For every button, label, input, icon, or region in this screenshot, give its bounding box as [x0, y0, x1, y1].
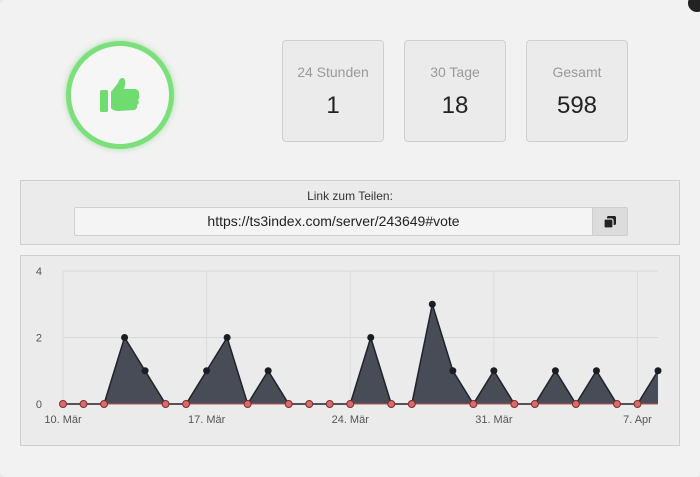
stat-label: 30 Tage [430, 64, 480, 80]
vote-thumb-button[interactable] [66, 41, 174, 149]
thumbs-up-icon [100, 77, 140, 112]
data-point-zero [469, 400, 478, 408]
stat-30d: 30 Tage 18 [404, 40, 506, 142]
votes-chart-svg: 0 2 4 10. Mär 17. Mär 24. Mär 31. Mär 7. Apr [36, 266, 662, 426]
data-point-zero [530, 400, 539, 408]
data-point [203, 367, 211, 375]
stat-value: 1 [326, 92, 340, 119]
data-point [121, 334, 129, 341]
data-point-zero [79, 400, 88, 408]
share-url-input[interactable]: https://ts3index.com/server/243649#vote [74, 207, 593, 236]
x-tick-label: 31. Mär [475, 414, 513, 426]
data-point-zero [346, 400, 355, 408]
vote-dialog: 24 Stunden 1 30 Tage 18 Gesamt 598 Link … [0, 0, 700, 477]
stat-24h: 24 Stunden 1 [282, 40, 384, 142]
data-point [490, 367, 498, 375]
data-point-zero [100, 400, 109, 408]
share-title: Link zum Teilen: [307, 189, 393, 203]
data-point-zero [633, 400, 642, 408]
stat-value: 18 [441, 92, 469, 119]
data-point [141, 367, 149, 375]
data-point [264, 367, 272, 375]
data-point-zero [161, 400, 170, 408]
data-point [654, 367, 662, 375]
copy-button[interactable] [592, 207, 628, 236]
stat-total: Gesamt 598 [526, 40, 628, 142]
area-fill [63, 304, 658, 404]
data-point [551, 367, 559, 375]
data-point [592, 367, 600, 375]
share-panel: Link zum Teilen: https://ts3index.com/se… [20, 180, 680, 245]
data-point-zero [243, 400, 252, 408]
x-tick-label: 17. Mär [188, 414, 226, 426]
stat-label: Gesamt [552, 64, 602, 80]
data-point-zero [182, 400, 191, 408]
data-point-zero [510, 400, 519, 408]
data-point-zero [387, 400, 396, 408]
data-point-zero [571, 400, 580, 408]
y-tick-label: 4 [36, 266, 42, 278]
data-point-zero [59, 400, 67, 408]
data-point-zero [325, 400, 334, 408]
y-tick-label: 2 [36, 333, 42, 345]
data-point-zero [407, 400, 416, 408]
data-point [223, 334, 231, 341]
data-point [449, 367, 457, 375]
data-point-zero [284, 400, 293, 408]
copy-icon [603, 215, 616, 229]
data-point [367, 334, 375, 341]
stat-label: 24 Stunden [297, 64, 369, 80]
x-tick-label: 10. Mär [44, 414, 82, 426]
x-tick-label: 24. Mär [332, 414, 370, 426]
data-point [428, 300, 436, 308]
close-icon[interactable] [688, 0, 700, 12]
data-point-zero [305, 400, 314, 408]
votes-chart: 0 2 4 10. Mär 17. Mär 24. Mär 31. Mär 7. Apr [20, 255, 680, 446]
data-point-zero [612, 400, 621, 408]
x-tick-label: 7. Apr [623, 414, 652, 426]
y-tick-label: 0 [36, 399, 42, 411]
stat-value: 598 [556, 92, 598, 119]
